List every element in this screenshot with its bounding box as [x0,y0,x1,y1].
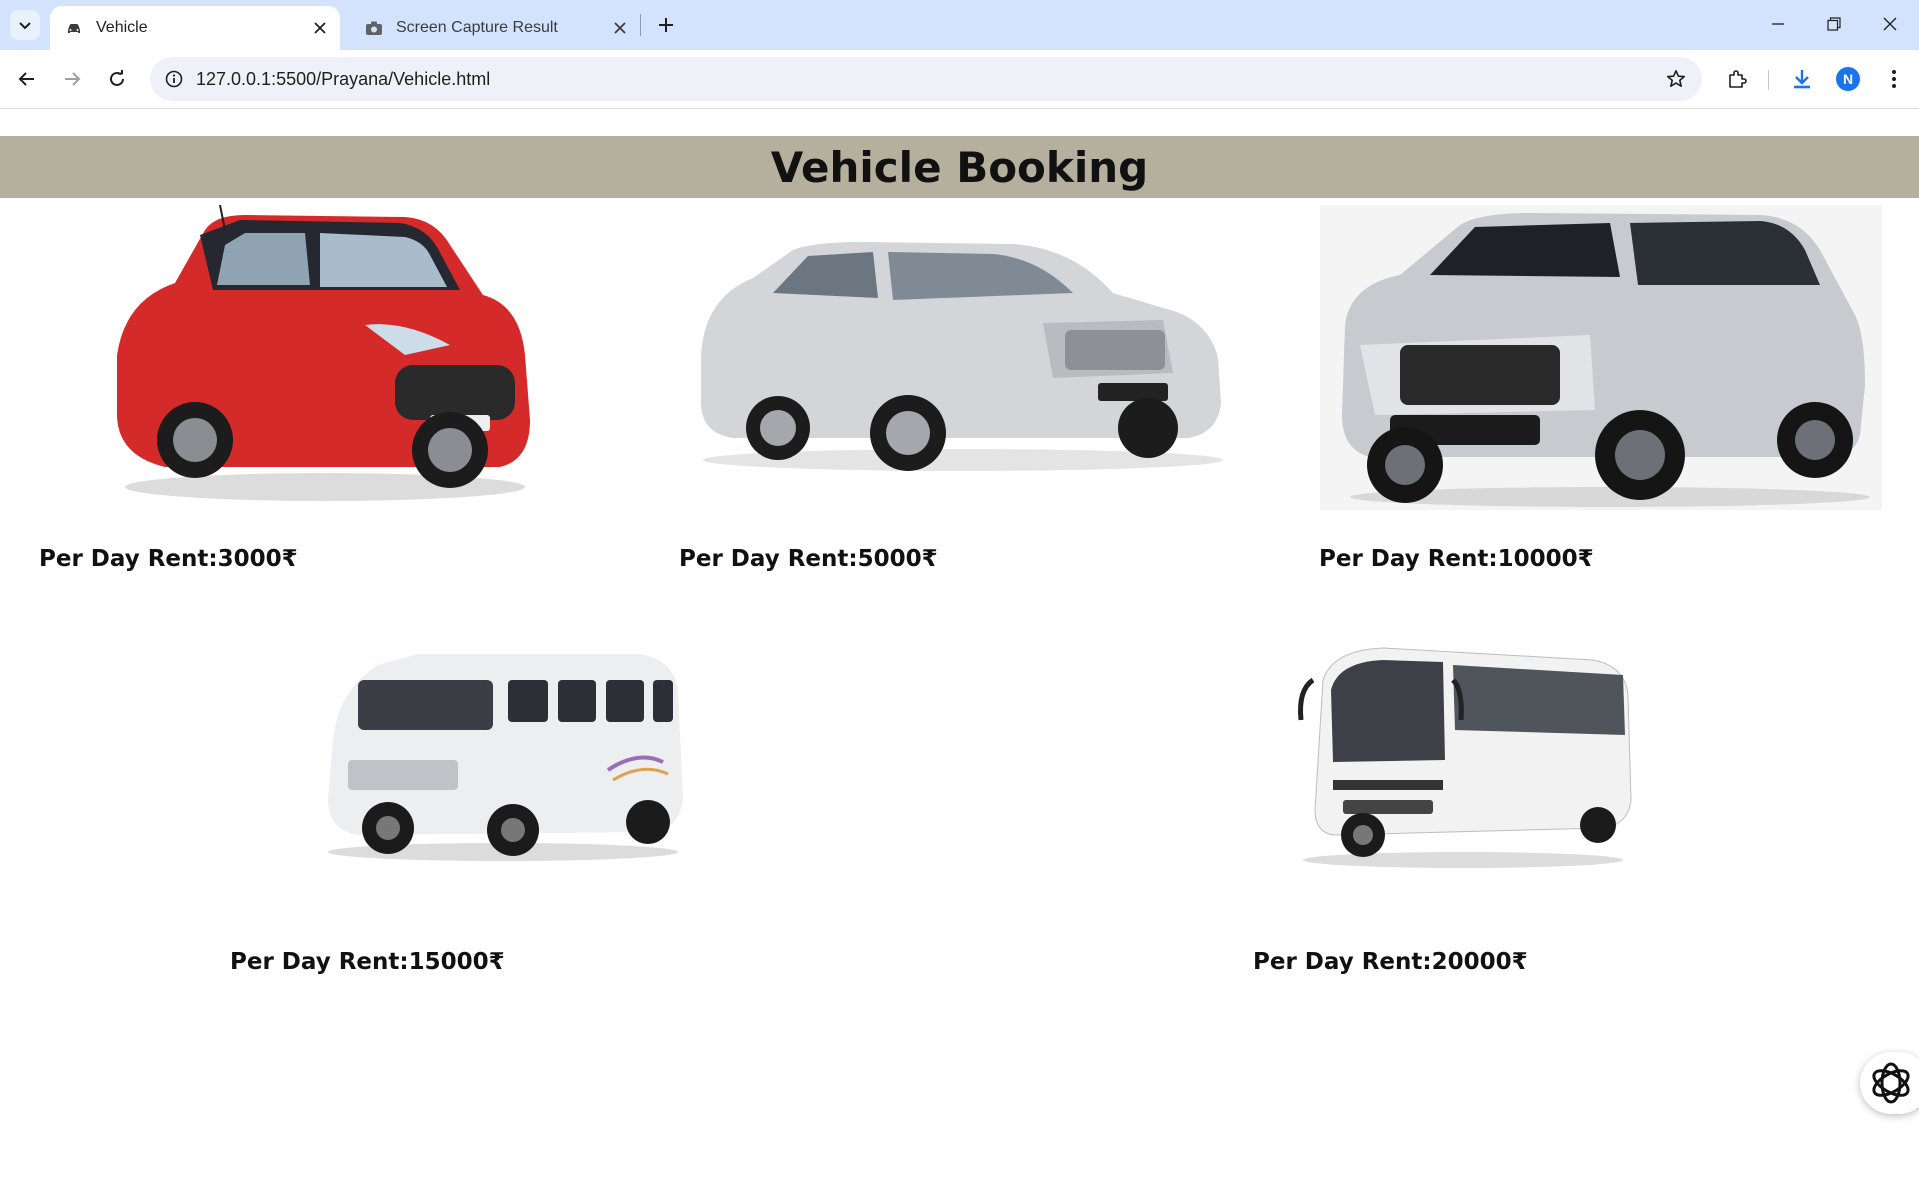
tab-search-button[interactable] [10,10,40,40]
mpv-car-image[interactable] [693,238,1228,473]
reload-icon [110,70,124,86]
menu-button[interactable] [1876,61,1912,97]
minimize-button[interactable] [1750,0,1806,48]
close-icon [1883,17,1897,31]
chevron-down-icon [19,22,31,30]
download-icon [1794,70,1810,89]
back-button[interactable] [9,61,45,97]
extensions-button[interactable] [1719,61,1755,97]
toolbar-divider [1768,70,1769,90]
downloads-button[interactable] [1784,61,1820,97]
tab-separator [640,14,641,36]
site-info-icon[interactable] [160,65,188,93]
puzzle-icon [1729,70,1747,88]
bookmark-star-icon[interactable] [1662,65,1690,93]
tab-title: Screen Capture Result [396,19,558,36]
rent-label: Per Day Rent:10000₹ [1319,546,1594,572]
reload-button[interactable] [99,61,135,97]
camera-icon [364,18,384,38]
tab-strip: Vehicle Screen Capture Result [0,0,1919,50]
profile-avatar[interactable]: N [1836,67,1860,91]
new-tab-button[interactable] [651,10,681,40]
close-tab-icon[interactable] [308,16,332,40]
address-bar[interactable]: 127.0.0.1:5500/Prayana/Vehicle.html [150,57,1702,101]
page-header-banner: Vehicle Booking [0,136,1919,198]
rent-label: Per Day Rent:15000₹ [230,949,505,975]
minimize-icon [1772,23,1784,25]
rent-label: Per Day Rent:3000₹ [39,546,298,572]
restore-icon [1827,17,1841,31]
rent-label: Per Day Rent:5000₹ [679,546,938,572]
url-text[interactable]: 127.0.0.1:5500/Prayana/Vehicle.html [196,69,490,90]
page-title: Vehicle Booking [770,142,1149,192]
close-window-button[interactable] [1862,0,1918,48]
openai-logo-icon [1872,1062,1910,1104]
coach-bus-image[interactable] [1293,640,1633,870]
car-icon [64,18,84,38]
kebab-menu-icon [1892,70,1896,88]
rent-label: Per Day Rent:20000₹ [1253,949,1528,975]
plus-icon [659,18,673,32]
tab-title: Vehicle [96,19,148,36]
arrow-left-icon [18,72,34,86]
arrow-right-icon [65,72,81,86]
suv-car-image[interactable] [1320,205,1882,510]
restore-button[interactable] [1806,0,1862,48]
tab-vehicle[interactable]: Vehicle [50,6,340,50]
traveller-van-image[interactable] [318,650,688,865]
browser-toolbar: 127.0.0.1:5500/Prayana/Vehicle.html N [0,50,1919,109]
tab-screen-capture[interactable]: Screen Capture Result [350,6,640,50]
hatchback-car-image[interactable] [105,205,540,505]
close-tab-icon[interactable] [608,16,632,40]
forward-button[interactable] [54,61,90,97]
assistant-floating-button[interactable] [1860,1052,1919,1114]
